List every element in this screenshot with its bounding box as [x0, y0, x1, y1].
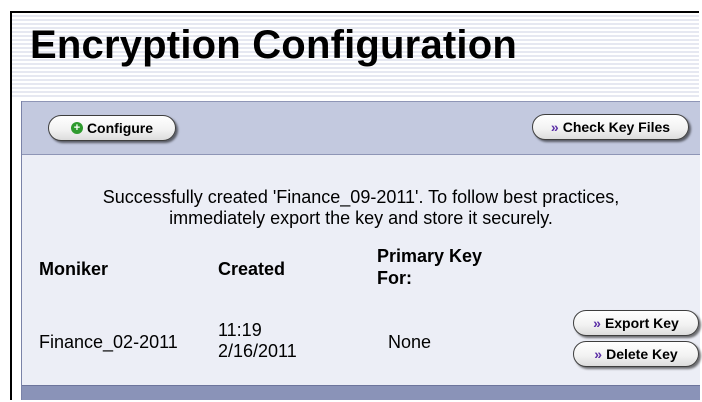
toolbar: + Configure » Check Key Files [22, 101, 700, 155]
plus-circle-icon: + [70, 122, 83, 134]
double-chevron-right-icon: » [593, 315, 601, 331]
title-area: Encryption Configuration [12, 13, 699, 98]
configure-button[interactable]: + Configure [48, 115, 176, 141]
export-key-button-label: Export Key [604, 315, 679, 331]
window-frame: Encryption Configuration + Configure » C… [10, 11, 700, 400]
row-created-date: 2/16/2011 [218, 341, 297, 361]
double-chevron-right-icon: » [594, 346, 602, 362]
page-title: Encryption Configuration [30, 23, 517, 67]
check-key-files-button[interactable]: » Check Key Files [532, 114, 689, 140]
success-message-line-2: immediately export the key and store it … [169, 208, 553, 228]
row-created-time: 11:19 [218, 320, 262, 340]
configure-button-label: Configure [86, 120, 154, 136]
check-key-files-button-label: Check Key Files [562, 119, 671, 135]
export-key-button[interactable]: » Export Key [573, 310, 699, 336]
row-created: 11:19 2/16/2011 [218, 320, 297, 362]
column-header-moniker: Moniker [39, 259, 109, 279]
panel-footer-band [22, 385, 700, 400]
row-primary-key-for: None [388, 332, 432, 352]
column-header-primary-key: Primary Key For: [377, 245, 482, 289]
row-moniker: Finance_02-2011 [39, 332, 178, 352]
column-header-primary-key-line-1: Primary Key [377, 246, 483, 266]
success-message: Successfully created 'Finance_09-2011'. … [22, 187, 700, 229]
encryption-panel: + Configure » Check Key Files Successful… [21, 101, 700, 400]
success-message-line-1: Successfully created 'Finance_09-2011'. … [102, 187, 620, 207]
double-chevron-right-icon: » [550, 119, 559, 135]
column-header-primary-key-line-2: For: [377, 268, 412, 288]
delete-key-button[interactable]: » Delete Key [573, 341, 699, 367]
delete-key-button-label: Delete Key [606, 346, 678, 362]
column-header-created: Created [218, 259, 286, 279]
